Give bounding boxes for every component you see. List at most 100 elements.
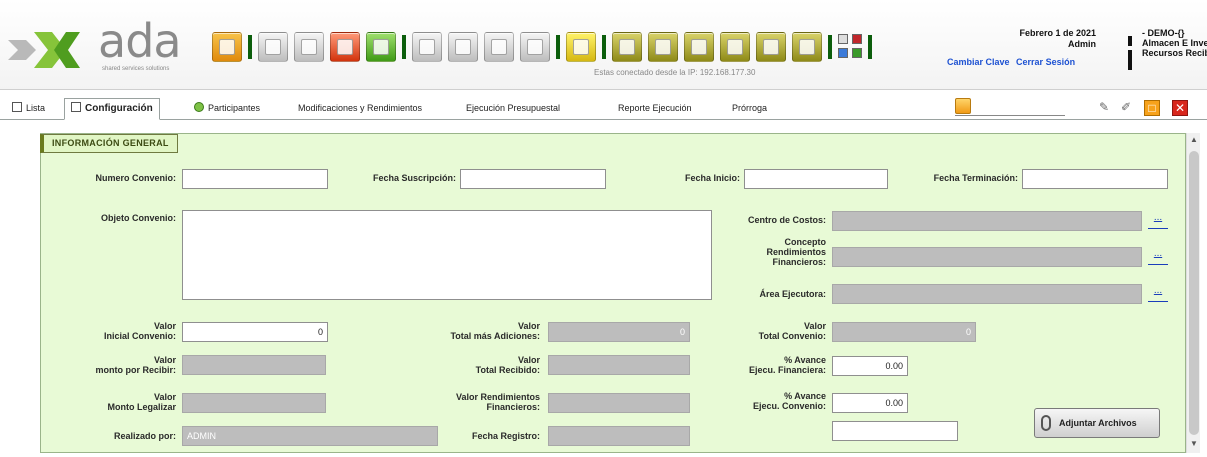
exit-icon[interactable] — [852, 48, 862, 58]
valor-total-adiciones-label: Valor Total más Adiciones: — [388, 321, 540, 341]
new-record-icon[interactable] — [258, 32, 288, 62]
tab-ejecucion-presupuestal[interactable]: Ejecución Presupuestal — [460, 98, 566, 120]
valor-inicial-input[interactable]: 0 — [182, 322, 328, 342]
toolbar-separator — [602, 35, 606, 59]
scroll-thumb[interactable] — [1189, 151, 1199, 435]
centro-costos-input[interactable] — [832, 211, 1142, 231]
grid-icon[interactable] — [684, 32, 714, 62]
preview-icon[interactable] — [448, 32, 478, 62]
attach-files-label: Adjuntar Archivos — [1059, 418, 1137, 428]
window-icon[interactable] — [838, 34, 848, 44]
objeto-convenio-textarea[interactable] — [182, 210, 712, 300]
valor-rendimientos-label: Valor Rendimientos Financieros: — [388, 392, 540, 412]
label-line: Valor — [153, 355, 176, 365]
lock-icon[interactable] — [566, 32, 596, 62]
money-icon[interactable] — [612, 32, 642, 62]
realizado-por-label: Realizado por: — [113, 431, 176, 441]
tab-participantes[interactable]: Participantes — [188, 98, 266, 120]
fecha-registro-input[interactable] — [548, 426, 690, 446]
image-icon[interactable] — [484, 32, 514, 62]
valor-total-adiciones-input[interactable]: 0 — [548, 322, 690, 342]
fecha-inicio-label: Fecha Inicio: — [684, 173, 740, 183]
tab-configuracion[interactable]: Configuración — [64, 98, 160, 120]
save-icon[interactable] — [294, 32, 324, 62]
logo-arrows-icon — [8, 32, 80, 68]
cancel-icon[interactable] — [330, 32, 360, 62]
label-line: Ejecu. Financiera: — [748, 365, 826, 375]
maximize-icon[interactable]: □ — [1144, 100, 1160, 116]
attach-files-button[interactable]: Adjuntar Archivos — [1034, 408, 1160, 438]
area-ejecutora-lookup-button[interactable]: ... — [1148, 284, 1168, 302]
print-icon[interactable] — [412, 32, 442, 62]
flag-icon[interactable] — [852, 34, 862, 44]
vertical-scrollbar[interactable]: ▲ ▼ — [1186, 133, 1200, 453]
area-ejecutora-input[interactable] — [832, 284, 1142, 304]
centro-costos-lookup-button[interactable]: ... — [1148, 211, 1168, 229]
label-line: Valor — [517, 355, 540, 365]
company-name: - DEMO-{} — [1142, 28, 1185, 38]
pencil-icon[interactable]: ✎ — [1096, 100, 1112, 116]
participants-icon — [194, 102, 204, 112]
fecha-suscripcion-input[interactable] — [460, 169, 606, 189]
concepto-rendimientos-lookup-button[interactable]: ... — [1148, 247, 1168, 265]
concepto-rendimientos-label: Concepto Rendimientos Financieros: — [700, 237, 826, 267]
realizado-por-input[interactable]: ADMIN — [182, 426, 438, 446]
numero-convenio-input[interactable] — [182, 169, 328, 189]
tab-lista[interactable]: Lista — [6, 98, 51, 120]
current-user: Admin — [1068, 39, 1096, 49]
avance-financiera-input[interactable]: 0.00 — [832, 356, 908, 376]
objeto-convenio-label: Objeto Convenio: — [101, 213, 176, 223]
change-password-link[interactable]: Cambiar Clave — [947, 57, 1010, 67]
logout-link[interactable]: Cerrar Sesión — [1016, 57, 1075, 67]
scroll-up-icon[interactable]: ▲ — [1187, 135, 1201, 144]
toolbar-separator — [868, 35, 872, 59]
user-info: Febrero 1 de 2021 Admin — [960, 28, 1096, 50]
warehouse-name: Almacen E Inve — [1142, 38, 1207, 48]
connection-info: Estas conectado desde la IP: 192.168.177… — [594, 68, 756, 77]
folder-icon[interactable] — [520, 32, 550, 62]
label-line: Valor — [517, 321, 540, 331]
fecha-suscripcion-label: Fecha Suscripción: — [372, 173, 456, 183]
document-icon[interactable] — [720, 32, 750, 62]
valor-monto-recibir-input[interactable] — [182, 355, 326, 375]
user-icon[interactable] — [838, 48, 848, 58]
toolbar-separator — [402, 35, 406, 59]
open-folder-icon[interactable] — [212, 32, 242, 62]
label-line: Financieros: — [772, 257, 826, 267]
fecha-terminacion-input[interactable] — [1022, 169, 1168, 189]
report-icon[interactable] — [648, 32, 678, 62]
section-title: INFORMACIÓN GENERAL — [40, 134, 178, 153]
tab-label: Reporte Ejecución — [618, 103, 692, 113]
valor-monto-legalizar-label: Valor Monto Legalizar — [60, 392, 176, 412]
calendar-icon[interactable] — [792, 32, 822, 62]
concepto-rendimientos-input[interactable] — [832, 247, 1142, 267]
label-line: Financieros: — [486, 402, 540, 412]
scroll-down-icon[interactable]: ▼ — [1187, 439, 1201, 448]
valor-monto-legalizar-input[interactable] — [182, 393, 326, 413]
logo-tagline: shared services solutions — [102, 66, 170, 72]
undo-icon[interactable] — [366, 32, 396, 62]
close-icon[interactable]: ✕ — [1172, 100, 1188, 116]
fecha-inicio-input[interactable] — [744, 169, 888, 189]
logo-text: ada — [98, 14, 182, 68]
tab-label: Lista — [26, 103, 46, 113]
tab-reporte-ejecucion[interactable]: Reporte Ejecución — [612, 98, 698, 120]
tab-search-field[interactable] — [955, 98, 1065, 116]
valor-rendimientos-input[interactable] — [548, 393, 690, 413]
label-line: Total Convenio: — [758, 331, 826, 341]
tab-modificaciones[interactable]: Modificaciones y Rendimientos — [292, 98, 428, 120]
edit-icon[interactable]: ✐ — [1118, 100, 1134, 116]
extra-input[interactable] — [832, 421, 958, 441]
valor-total-convenio-input[interactable]: 0 — [832, 322, 976, 342]
avance-convenio-input[interactable]: 0.00 — [832, 393, 908, 413]
label-line: Total Recibido: — [475, 365, 540, 375]
valor-total-recibido-input[interactable] — [548, 355, 690, 375]
label-line: Inicial Convenio: — [103, 331, 176, 341]
document-icon — [71, 102, 81, 112]
label-line: Monto Legalizar — [107, 402, 176, 412]
tab-prorroga[interactable]: Prórroga — [726, 98, 773, 120]
avance-convenio-label: % Avance Ejecu. Convenio: — [700, 391, 826, 411]
numero-convenio-label: Numero Convenio: — [95, 173, 176, 183]
valor-inicial-label: Valor Inicial Convenio: — [60, 321, 176, 341]
settings-icon[interactable] — [756, 32, 786, 62]
